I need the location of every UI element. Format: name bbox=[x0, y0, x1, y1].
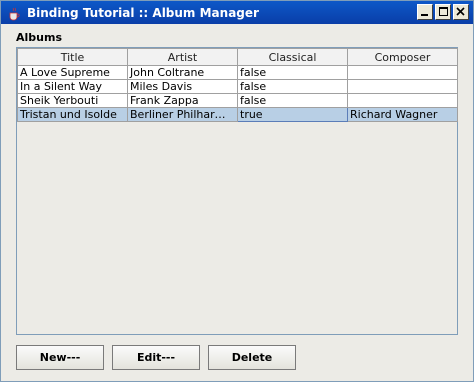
table-row[interactable]: A Love Supreme John Coltrane false bbox=[17, 65, 458, 80]
cell-title[interactable]: Tristan und Isolde bbox=[17, 107, 128, 122]
cell-classical[interactable]: false bbox=[237, 79, 348, 94]
cell-artist[interactable]: Frank Zappa bbox=[127, 93, 238, 108]
maximize-button[interactable] bbox=[435, 4, 451, 20]
new-button[interactable]: New--- bbox=[16, 345, 104, 370]
table-row[interactable]: Sheik Yerbouti Frank Zappa false bbox=[17, 93, 458, 108]
cell-classical[interactable]: false bbox=[237, 65, 348, 80]
cell-composer[interactable] bbox=[347, 93, 458, 108]
albums-heading: Albums bbox=[16, 31, 62, 44]
edit-button[interactable]: Edit--- bbox=[112, 345, 200, 370]
cell-classical[interactable]: true bbox=[237, 107, 348, 122]
title-bar[interactable]: Binding Tutorial :: Album Manager bbox=[1, 1, 473, 24]
delete-button[interactable]: Delete bbox=[208, 345, 296, 370]
cell-composer[interactable] bbox=[347, 79, 458, 94]
column-header-classical[interactable]: Classical bbox=[237, 48, 348, 66]
cell-title[interactable]: In a Silent Way bbox=[17, 79, 128, 94]
column-header-title[interactable]: Title bbox=[17, 48, 128, 66]
minimize-icon bbox=[421, 14, 428, 16]
close-button[interactable] bbox=[453, 4, 469, 20]
maximize-icon bbox=[439, 7, 448, 16]
minimize-button[interactable] bbox=[417, 4, 433, 20]
albums-table-panel[interactable]: Title Artist Classical Composer A Love S… bbox=[16, 47, 458, 335]
cell-composer[interactable] bbox=[347, 65, 458, 80]
table-header-row: Title Artist Classical Composer bbox=[17, 48, 458, 66]
cell-classical[interactable]: false bbox=[237, 93, 348, 108]
cell-title[interactable]: A Love Supreme bbox=[17, 65, 128, 80]
cell-artist[interactable]: Berliner Philharmon... bbox=[127, 107, 238, 122]
albums-table[interactable]: Title Artist Classical Composer A Love S… bbox=[17, 48, 458, 122]
close-icon bbox=[456, 7, 465, 16]
column-header-artist[interactable]: Artist bbox=[127, 48, 238, 66]
cell-title[interactable]: Sheik Yerbouti bbox=[17, 93, 128, 108]
column-header-composer[interactable]: Composer bbox=[347, 48, 458, 66]
cell-composer[interactable]: Richard Wagner bbox=[347, 107, 458, 122]
window-title: Binding Tutorial :: Album Manager bbox=[27, 5, 259, 20]
table-row[interactable]: In a Silent Way Miles Davis false bbox=[17, 79, 458, 94]
cell-artist[interactable]: John Coltrane bbox=[127, 65, 238, 80]
java-cup-icon bbox=[7, 6, 21, 20]
album-manager-window: Binding Tutorial :: Album Manager Albums bbox=[0, 0, 474, 382]
table-row-selected[interactable]: Tristan und Isolde Berliner Philharmon..… bbox=[17, 107, 458, 122]
cell-artist[interactable]: Miles Davis bbox=[127, 79, 238, 94]
